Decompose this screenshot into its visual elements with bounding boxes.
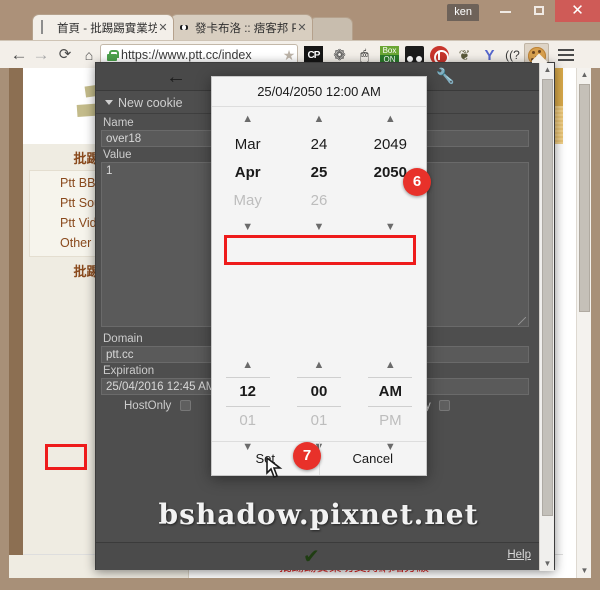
help-link[interactable]: Help — [507, 549, 531, 561]
popup-scrollbar[interactable]: ▲ ▼ — [539, 63, 554, 571]
value-input-text: 1 — [106, 165, 113, 177]
resize-grip-icon[interactable] — [518, 317, 526, 325]
window-bottom-edge — [0, 578, 600, 590]
back-icon[interactable]: ← — [8, 45, 30, 65]
page-left-stripe — [9, 68, 23, 568]
year-down-icon[interactable]: ▼ — [355, 215, 426, 239]
year-up-icon[interactable]: ▲ — [355, 107, 426, 131]
picker-title: 25/04/2050 12:00 AM — [212, 77, 426, 107]
hour-up-icon[interactable]: ▲ — [212, 353, 283, 377]
meridiem-up-icon[interactable]: ▲ — [355, 353, 426, 377]
hostonly-checkbox[interactable] — [179, 400, 191, 411]
day-prev-value[interactable]: 24 — [283, 131, 354, 159]
page-scrollbar[interactable]: ▲ ▼ — [576, 68, 591, 578]
close-tab-icon[interactable]: ✕ — [157, 21, 169, 34]
hostonly-label: HostOnly — [124, 400, 172, 412]
tab-title: 發卡布洛 :: 痞客邦 PIXNET — [195, 22, 296, 35]
day-next-value[interactable]: 26 — [283, 187, 354, 215]
hostonly-checkbox-row[interactable]: HostOnly — [124, 400, 191, 412]
new-tab-button[interactable] — [309, 17, 353, 40]
page-scroll-thumb[interactable] — [579, 84, 590, 312]
popup-scroll-down-icon[interactable]: ▼ — [540, 557, 555, 571]
browser-window: ken ✕ 首頁 - 批踢踢實業坊 ✕ 發卡布洛 :: 痞客邦 PIXNET ✕… — [0, 0, 600, 590]
meridiem-selected-value[interactable]: AM — [355, 378, 426, 406]
month-selected-value[interactable]: Apr — [212, 159, 283, 187]
annotation-badge-7: 7 — [293, 442, 321, 470]
document-icon — [39, 19, 53, 35]
tab-title: 首頁 - 批踢踢實業坊 — [57, 22, 157, 35]
datetime-picker: 25/04/2050 12:00 AM ▲ Mar Apr May ▼ ▲ 24… — [211, 76, 427, 476]
date-spinners: ▲ Mar Apr May ▼ ▲ 24 25 26 ▼ ▲ 2049 2050… — [212, 107, 426, 239]
pixnet-icon — [177, 21, 191, 35]
minute-next-value[interactable]: 01 — [283, 407, 354, 435]
popup-footer: ✔ Help — [96, 542, 541, 570]
chevron-down-icon — [105, 100, 113, 105]
hour-next-value[interactable]: 01 — [212, 407, 283, 435]
popup-scroll-thumb[interactable] — [542, 79, 553, 516]
tab-ptt-home[interactable]: 首頁 - 批踢踢實業坊 ✕ — [32, 14, 174, 40]
meridiem-next-value[interactable]: PM — [355, 407, 426, 435]
month-down-icon[interactable]: ▼ — [212, 215, 283, 239]
minute-selected-value[interactable]: 00 — [283, 378, 354, 406]
day-selected-value[interactable]: 25 — [283, 159, 354, 187]
popup-notch — [532, 54, 548, 63]
popup-scroll-up-icon[interactable]: ▲ — [540, 63, 555, 77]
selected-date-highlight — [224, 235, 416, 265]
day-spinner: ▲ 24 25 26 ▼ — [283, 107, 354, 239]
httponly-checkbox[interactable] — [438, 400, 450, 411]
year-prev-value[interactable]: 2049 — [355, 131, 426, 159]
forward-icon[interactable]: → — [30, 45, 52, 65]
close-tab-icon[interactable]: ✕ — [296, 21, 308, 34]
minute-up-icon[interactable]: ▲ — [283, 353, 354, 377]
day-down-icon[interactable]: ▼ — [283, 215, 354, 239]
name-label: Name — [103, 117, 134, 129]
expiration-label: Expiration — [103, 365, 155, 377]
day-up-icon[interactable]: ▲ — [283, 107, 354, 131]
month-up-icon[interactable]: ▲ — [212, 107, 283, 131]
tab-strip: 首頁 - 批踢踢實業坊 ✕ 發卡布洛 :: 痞客邦 PIXNET ✕ — [0, 14, 600, 40]
tab-pixnet[interactable]: 發卡布洛 :: 痞客邦 PIXNET ✕ — [170, 14, 313, 40]
new-cookie-label: New cookie — [118, 96, 183, 110]
boxon-top-label: Box — [380, 46, 399, 55]
hour-selected-value[interactable]: 12 — [212, 378, 283, 406]
back-arrow-icon[interactable]: ← — [166, 65, 186, 89]
confirm-checkmark-button[interactable]: ✔ — [303, 546, 320, 568]
value-label: Value — [103, 149, 132, 161]
page-scroll-down-icon[interactable]: ▼ — [577, 564, 592, 578]
url-text: https://www.ptt.cc/index — [121, 48, 252, 62]
watermark-text: bshadow.pixnet.net — [158, 498, 479, 531]
annotation-badge-6: 6 — [403, 168, 431, 196]
reload-icon[interactable]: ⟳ — [54, 45, 76, 65]
lock-icon — [106, 49, 119, 61]
cancel-button[interactable]: Cancel — [320, 442, 427, 475]
wrench-icon[interactable]: 🔧 — [436, 67, 455, 85]
bookmark-star-icon[interactable]: ★ — [281, 47, 297, 64]
page-scroll-up-icon[interactable]: ▲ — [577, 68, 592, 82]
mouse-cursor — [265, 456, 283, 480]
minimize-icon — [500, 10, 511, 13]
hamburger-menu-icon[interactable] — [556, 46, 576, 65]
month-prev-value[interactable]: Mar — [212, 131, 283, 159]
month-spinner: ▲ Mar Apr May ▼ — [212, 107, 283, 239]
domain-label: Domain — [103, 333, 143, 345]
month-next-value[interactable]: May — [212, 187, 283, 215]
